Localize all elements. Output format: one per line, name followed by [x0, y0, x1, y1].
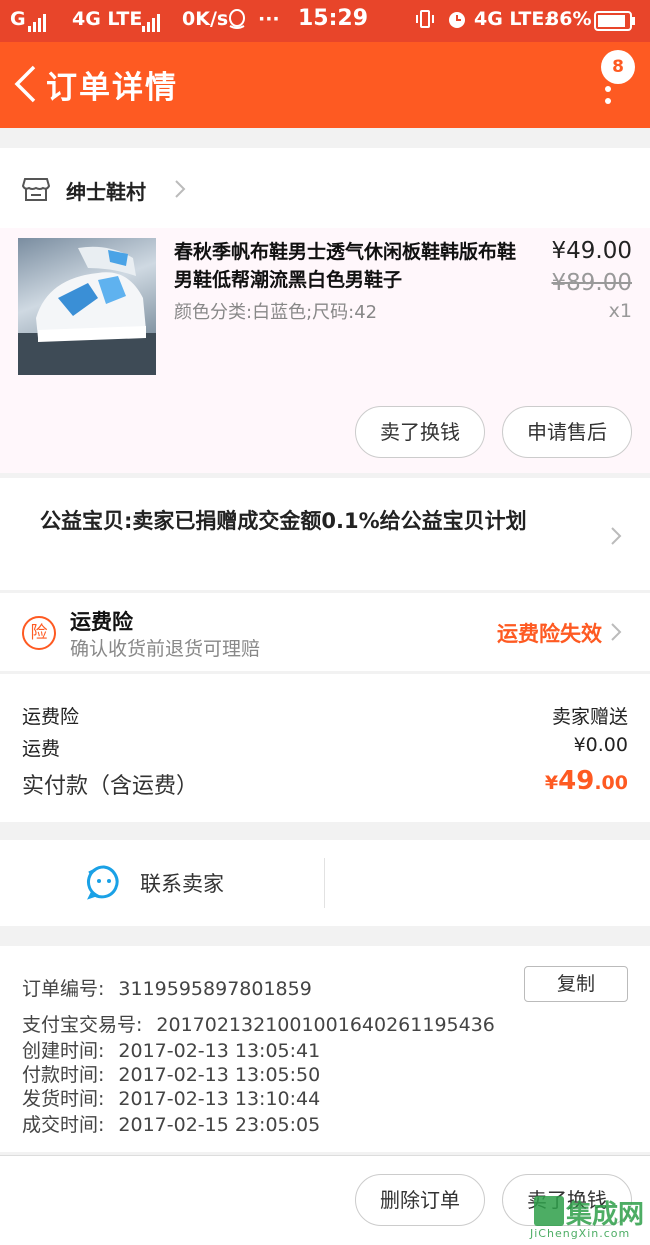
speed-label: 0K/s	[182, 8, 229, 30]
page-title: 订单详情	[46, 70, 178, 106]
total-amount: ¥49.00	[545, 766, 628, 796]
completed-time-row: 成交时间: 2017-02-15 23:05:05	[22, 1110, 320, 1137]
charity-text: 公益宝贝:卖家已捐赠成交金额0.1%给公益宝贝计划	[40, 509, 527, 533]
shop-name[interactable]: 绅士鞋村	[66, 176, 146, 205]
cost-label: 运费险	[22, 706, 80, 728]
after-sale-button[interactable]: 申请售后	[502, 406, 632, 458]
shop-icon	[22, 178, 50, 201]
alipay-trade-row: 支付宝交易号: 2017021321001001640261195436	[22, 1010, 495, 1037]
info-value: 2017021321001001640261195436	[156, 1014, 495, 1036]
app-header: 订单详情 8	[0, 42, 650, 128]
insurance-status[interactable]: 运费险失效	[497, 618, 602, 648]
signal-icon-2	[142, 8, 162, 32]
insurance-title: 运费险	[70, 610, 133, 634]
product-spec: 颜色分类:白蓝色;尺码:42	[174, 302, 378, 323]
delete-order-button[interactable]: 删除订单	[355, 1174, 485, 1226]
watermark: 集成网 JiChengXin.com	[530, 1194, 648, 1242]
order-number-row: 订单编号: 3119595897801859	[22, 974, 312, 1001]
contact-seller-button[interactable]: 联系卖家	[140, 868, 224, 898]
product-title[interactable]: 春秋季帆布鞋男士透气休闲板鞋韩版布鞋男鞋低帮潮流黑白色男鞋子	[174, 238, 534, 294]
chat-icon[interactable]	[86, 864, 122, 900]
chevron-right-icon	[175, 180, 186, 198]
status-bar: G 4G LTE 0K/s ··· 15:29 4G LTE₂ 86%	[0, 0, 650, 42]
cost-label: 运费	[22, 738, 61, 760]
battery-icon	[594, 11, 636, 36]
watermark-logo-icon	[534, 1196, 564, 1226]
carrier-label: G	[10, 8, 26, 30]
product-image[interactable]	[18, 238, 156, 375]
vibrate-icon	[414, 8, 436, 35]
back-icon[interactable]	[12, 64, 38, 104]
network-right-label: 4G LTE₂	[474, 8, 553, 30]
watermark-text: 集成网	[566, 1200, 645, 1230]
alarm-icon	[446, 8, 468, 35]
info-label: 发货时间:	[22, 1088, 105, 1110]
divider	[324, 858, 325, 908]
info-label: 创建时间:	[22, 1040, 105, 1062]
chevron-right-icon	[611, 623, 622, 641]
info-label: 订单编号:	[22, 978, 105, 1000]
insurance-icon: 险	[22, 616, 56, 650]
info-label: 成交时间:	[22, 1114, 105, 1136]
signal-icon	[28, 8, 48, 32]
clock: 15:29	[298, 6, 369, 31]
cost-value: 卖家赠送	[551, 706, 628, 728]
created-time-row: 创建时间: 2017-02-13 13:05:41	[22, 1036, 320, 1063]
total-integer: 49	[558, 766, 595, 796]
network-label: 4G LTE	[72, 8, 143, 30]
total-label: 实付款（含运费）	[22, 774, 199, 799]
qq-icon	[226, 8, 248, 35]
info-value: 2017-02-15 23:05:05	[118, 1114, 321, 1136]
info-label: 付款时间:	[22, 1064, 105, 1086]
product-quantity: x1	[608, 300, 632, 322]
info-label: 支付宝交易号:	[22, 1014, 143, 1036]
info-value: 2017-02-13 13:05:41	[118, 1040, 321, 1062]
notification-badge: 8	[601, 50, 635, 84]
total-currency: ¥	[544, 772, 559, 794]
info-value: 3119595897801859	[118, 978, 312, 1000]
cost-value: ¥0.00	[573, 734, 628, 756]
watermark-sub: JiChengXin.com	[530, 1227, 631, 1240]
shipped-time-row: 发货时间: 2017-02-13 13:10:44	[22, 1084, 320, 1111]
original-price: ¥89.00	[551, 270, 632, 296]
info-value: 2017-02-13 13:05:50	[118, 1064, 321, 1086]
copy-button[interactable]: 复制	[524, 966, 628, 1002]
sell-for-cash-button[interactable]: 卖了换钱	[355, 406, 485, 458]
more-dots: ···	[258, 8, 280, 30]
info-value: 2017-02-13 13:10:44	[118, 1088, 321, 1110]
product-price: ¥49.00	[551, 238, 632, 264]
insurance-subtitle: 确认收货前退货可理赔	[70, 638, 261, 660]
chevron-right-icon	[611, 527, 622, 545]
battery-label: 86%	[546, 8, 592, 30]
total-decimal: .00	[594, 772, 628, 794]
paid-time-row: 付款时间: 2017-02-13 13:05:50	[22, 1060, 320, 1087]
